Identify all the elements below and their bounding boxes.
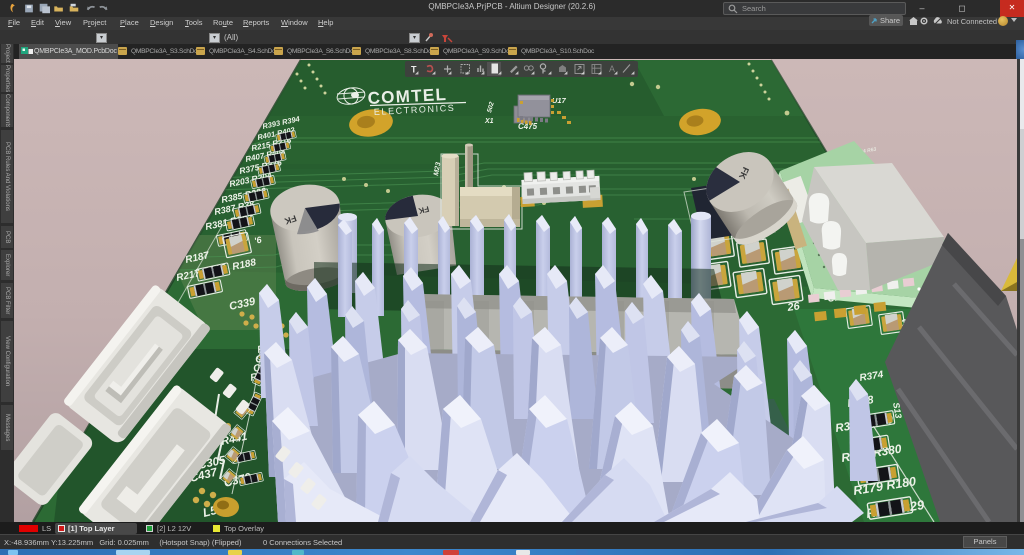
svg-text:U17: U17 xyxy=(552,96,567,105)
svg-text:T: T xyxy=(411,65,417,75)
svg-text:A: A xyxy=(609,64,615,74)
svg-text:X1: X1 xyxy=(484,118,494,125)
